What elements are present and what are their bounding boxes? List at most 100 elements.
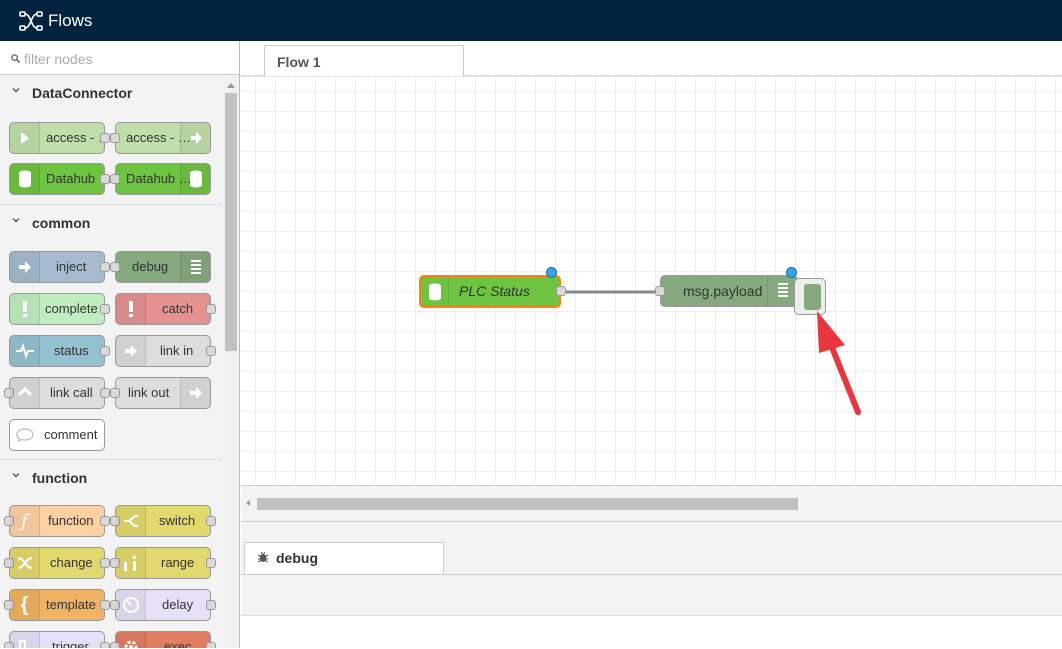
palette-node-range[interactable]: range: [110, 547, 216, 579]
palette-node-trigger[interactable]: trigger: [4, 631, 110, 648]
chevron-down-icon: [12, 88, 20, 93]
palette-node-switch[interactable]: switch: [110, 505, 216, 537]
output-port[interactable]: [206, 558, 216, 568]
category-dataconnector: DataConnector access - … access - … Data…: [0, 76, 222, 205]
flow-canvas[interactable]: PLC Status msg.payload: [241, 76, 1062, 484]
category-header[interactable]: common: [0, 206, 222, 240]
palette-node-complete[interactable]: complete: [9, 293, 110, 325]
node-palette: DataConnector access - … access - … Data…: [0, 41, 240, 648]
output-port[interactable]: [206, 346, 216, 356]
range-icon: [116, 548, 146, 578]
database-icon: [10, 164, 40, 194]
trigger-icon: [10, 632, 40, 648]
palette-node-exec[interactable]: exec: [110, 631, 216, 648]
wire[interactable]: [241, 77, 1062, 484]
timer-icon: [116, 590, 146, 620]
shuffle-icon: [10, 548, 40, 578]
exclamation-icon: [10, 294, 40, 324]
palette-node-function[interactable]: ƒ function: [4, 505, 110, 537]
output-port[interactable]: [100, 133, 110, 143]
palette-node-inject[interactable]: inject: [9, 251, 110, 283]
search-icon: [11, 54, 20, 63]
output-port[interactable]: [100, 346, 110, 356]
chevron-down-icon: [12, 473, 20, 478]
output-port[interactable]: [100, 600, 110, 610]
changed-indicator: [786, 267, 797, 278]
palette-node-template[interactable]: { template: [4, 589, 110, 621]
output-port[interactable]: [206, 516, 216, 526]
palette-node-change[interactable]: change: [4, 547, 110, 579]
database-icon: [421, 277, 449, 306]
link-out-icon: [180, 378, 210, 408]
arrow-out-icon: [180, 123, 210, 153]
input-port[interactable]: [110, 174, 120, 184]
palette-node-comment[interactable]: comment: [9, 419, 105, 451]
palette-filter: [0, 41, 239, 75]
output-port[interactable]: [206, 642, 216, 648]
debug-list-icon: [767, 276, 797, 306]
palette-node-link-call[interactable]: link call: [4, 377, 110, 409]
changed-indicator: [546, 267, 557, 278]
tab-flow-1[interactable]: Flow 1: [264, 45, 464, 77]
output-port[interactable]: [556, 286, 566, 296]
output-port[interactable]: [100, 174, 110, 184]
flow-node-msg-payload[interactable]: msg.payload: [655, 275, 798, 307]
category-label: common: [32, 215, 91, 231]
palette-node-link-out[interactable]: link out: [110, 377, 211, 409]
canvas-scroll-thumb[interactable]: [257, 498, 798, 510]
input-port[interactable]: [110, 388, 120, 398]
category-common: common inject debug complete catch statu…: [0, 206, 222, 460]
palette-node-status[interactable]: status: [9, 335, 110, 367]
exclamation-icon: [116, 294, 146, 324]
link-call-icon: [10, 378, 40, 408]
category-label: function: [32, 470, 88, 486]
workspace-tabbar: Flow 1: [241, 41, 1062, 77]
palette-node-datahub-in[interactable]: Datahub …: [9, 163, 112, 195]
input-port[interactable]: [110, 262, 120, 272]
scroll-left-arrow-icon[interactable]: [246, 500, 250, 506]
debug-toggle-indicator: [804, 284, 821, 310]
output-port[interactable]: [100, 388, 110, 398]
input-port[interactable]: [655, 286, 665, 296]
flow-node-plc-status[interactable]: PLC Status: [419, 275, 566, 308]
output-port[interactable]: [100, 516, 110, 526]
tab-debug[interactable]: debug: [244, 542, 444, 575]
canvas-horizontal-scrollbar[interactable]: [241, 485, 1062, 521]
category-function: function ƒ function switch change range: [0, 461, 222, 648]
database-icon: [180, 164, 210, 194]
palette-node-access-in[interactable]: access - …: [9, 122, 111, 154]
debug-sidebar: debug: [241, 521, 1062, 649]
category-header[interactable]: function: [0, 461, 222, 495]
pulse-icon: [10, 336, 40, 366]
output-port[interactable]: [100, 262, 110, 272]
function-icon: ƒ: [10, 506, 40, 536]
palette-node-link-in[interactable]: link in: [115, 335, 216, 367]
link-in-icon: [116, 336, 146, 366]
scroll-up-arrow-icon[interactable]: [227, 83, 235, 88]
comment-icon: [10, 420, 40, 450]
output-port[interactable]: [206, 304, 216, 314]
output-port[interactable]: [100, 558, 110, 568]
filter-nodes-input[interactable]: [24, 49, 224, 69]
output-port[interactable]: [100, 642, 110, 648]
palette-node-catch[interactable]: catch: [115, 293, 216, 325]
debug-toggle-button[interactable]: [794, 278, 826, 315]
bug-icon: [257, 551, 269, 563]
arrow-in-icon: [10, 123, 40, 153]
app-header: Flows: [0, 0, 1062, 41]
chevron-down-icon: [12, 218, 20, 223]
palette-node-delay[interactable]: delay: [110, 589, 216, 621]
inject-icon: [10, 252, 40, 282]
debug-message-list: [241, 616, 1062, 649]
category-label: DataConnector: [32, 85, 133, 101]
node-label: PLC Status: [459, 283, 530, 299]
output-port[interactable]: [206, 600, 216, 610]
category-header[interactable]: DataConnector: [0, 76, 222, 110]
flows-logo-icon: [19, 11, 43, 31]
output-port[interactable]: [100, 304, 110, 314]
palette-node-access-out[interactable]: access - …: [110, 122, 211, 154]
palette-scroll-thumb[interactable]: [225, 93, 237, 351]
input-port[interactable]: [110, 133, 120, 143]
palette-node-debug[interactable]: debug: [110, 251, 211, 283]
palette-node-datahub-out[interactable]: Datahub …: [110, 163, 211, 195]
